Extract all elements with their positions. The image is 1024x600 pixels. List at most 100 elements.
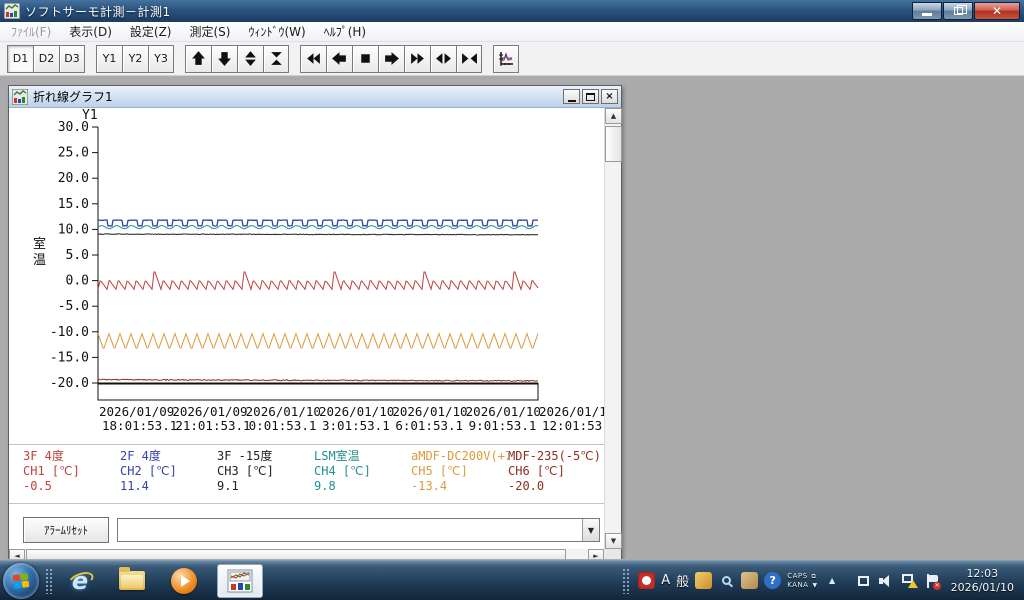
toolbar: D1 D2 D3 Y1 Y2 Y3 [0, 42, 1024, 76]
maximize-icon [586, 93, 595, 101]
volume-tray-icon[interactable] [878, 572, 895, 589]
alarm-combobox-value [118, 519, 582, 541]
palette-tray-icon[interactable] [695, 572, 712, 589]
d1-button[interactable]: D1 [7, 45, 33, 73]
restore-button[interactable] [943, 2, 973, 20]
graph-window-body: Y130.025.020.015.010.05.00.0-5.0-10.0-15… [9, 108, 621, 559]
expand-vertical-button[interactable] [237, 45, 263, 73]
alarm-combobox[interactable]: ▼ [117, 518, 600, 542]
menu-view[interactable]: 表示(D) [60, 21, 121, 42]
arrow-right-icon [383, 50, 400, 67]
legend-ch3: 3F -15度 CH3 [℃] 9.1 [217, 449, 314, 503]
scrollbar-down-button[interactable]: ▼ [605, 533, 622, 549]
compress-horizontal-button[interactable] [456, 45, 482, 73]
ch4-label: CH4 [℃] [314, 464, 411, 479]
taskbar-media-player[interactable] [165, 564, 203, 598]
horizontal-scrollbar[interactable]: ◄ ► [9, 549, 604, 559]
svg-text:2026/01/09: 2026/01/09 [172, 404, 247, 419]
ch2-label: CH2 [℃] [120, 464, 217, 479]
display-tray-icon[interactable] [855, 572, 872, 589]
search-tray-icon[interactable] [718, 572, 735, 589]
triangles-out-vertical-icon [242, 50, 259, 67]
scroll-down-button[interactable] [211, 45, 237, 73]
svg-text:2026/01/10: 2026/01/10 [392, 404, 467, 419]
help-tray-icon[interactable]: ? [764, 572, 781, 589]
d3-button[interactable]: D3 [59, 45, 85, 73]
graph-window-titlebar[interactable]: 折れ線グラフ1 × [9, 86, 621, 108]
svg-text:25.0: 25.0 [58, 146, 89, 161]
menu-file[interactable]: ﾌｧｲﾙ(F) [2, 21, 60, 42]
jump-end-button[interactable] [404, 45, 430, 73]
y1-button[interactable]: Y1 [96, 45, 122, 73]
graph-settings-button[interactable] [493, 45, 519, 73]
show-hidden-icons-button[interactable]: ▲ [824, 572, 841, 589]
mini-chart-icon [497, 50, 515, 68]
legend-ch5: aMDF-DC200V(+7 CH5 [℃] -13.4 [411, 449, 508, 503]
jump-start-button[interactable] [300, 45, 326, 73]
d2-button[interactable]: D2 [33, 45, 59, 73]
svg-text:室: 室 [33, 236, 46, 252]
expand-horizontal-button[interactable] [430, 45, 456, 73]
media-player-icon [171, 568, 197, 594]
step-left-button[interactable] [326, 45, 352, 73]
ch6-value: -20.0 [508, 479, 604, 494]
stop-button[interactable] [352, 45, 378, 73]
taskbar-internet-explorer[interactable]: e [61, 564, 99, 598]
svg-text:0:01:53.1: 0:01:53.1 [249, 418, 317, 433]
svg-text:10.0: 10.0 [58, 222, 89, 237]
ime-mode-han[interactable]: 般 [676, 571, 689, 590]
triangles-in-horizontal-icon [461, 50, 478, 67]
scrollbar-up-button[interactable]: ▲ [605, 108, 622, 124]
svg-text:30.0: 30.0 [58, 120, 89, 135]
menu-window[interactable]: ｳｨﾝﾄﾞｳ(W) [239, 21, 314, 42]
taskbar-clock[interactable]: 12:03 2026/01/10 [951, 567, 1014, 595]
ime-window-icon: ⧉ [812, 572, 817, 581]
ch1-label: CH1 [℃] [23, 464, 120, 479]
y2-button[interactable]: Y2 [122, 45, 148, 73]
menu-measure[interactable]: 測定(S) [180, 21, 239, 42]
scroll-up-button[interactable] [185, 45, 211, 73]
graph-window-icon [12, 89, 28, 105]
app-title: ソフトサーモ計測－計測1 [25, 3, 911, 20]
graph-maximize-button[interactable] [582, 89, 599, 104]
combobox-dropdown-button[interactable]: ▼ [582, 519, 599, 541]
step-right-button[interactable] [378, 45, 404, 73]
menu-help[interactable]: ﾍﾙﾌﾟ(H) [315, 21, 375, 42]
restore-icon [954, 7, 963, 15]
graph-minimize-button[interactable] [563, 89, 580, 104]
y3-button[interactable]: Y3 [148, 45, 174, 73]
graph-window-title: 折れ線グラフ1 [33, 88, 561, 105]
scrollbar-right-button[interactable]: ► [588, 549, 604, 559]
ch5-value: -13.4 [411, 479, 508, 494]
vertical-scrollbar-thumb[interactable] [605, 126, 622, 162]
svg-text:6:01:53.1: 6:01:53.1 [395, 418, 463, 433]
horizontal-scrollbar-thumb[interactable] [26, 549, 566, 559]
alarm-reset-button[interactable]: ｱﾗｰﾑﾘｾｯﾄ [23, 517, 109, 543]
ime-toolbar[interactable]: CAPS⧉ KANA▼ [787, 572, 817, 590]
scrollbar-left-button[interactable]: ◄ [9, 549, 25, 559]
svg-text:2026/01/10: 2026/01/10 [466, 404, 541, 419]
folder-icon [119, 571, 145, 590]
close-icon: ✕ [992, 5, 1002, 17]
desktop: ソフトサーモ計測－計測1 ✕ ﾌｧｲﾙ(F) 表示(D) 設定(Z) 測定(S)… [0, 0, 1024, 600]
network-tray-icon[interactable] [901, 572, 918, 589]
ch6-label: CH6 [℃] [508, 464, 604, 479]
taskbar-file-explorer[interactable] [113, 564, 151, 598]
ime-mode-a[interactable]: A [661, 573, 670, 588]
ch3-name: 3F -15度 [217, 449, 314, 464]
svg-text:21:01:53.1: 21:01:53.1 [175, 418, 250, 433]
vertical-scrollbar[interactable]: ▲ ▼ [604, 108, 621, 549]
action-center-tray-icon[interactable]: ✕ [924, 572, 941, 589]
close-icon: × [605, 91, 613, 102]
close-button[interactable]: ✕ [974, 2, 1020, 20]
taskbar-active-app[interactable] [217, 564, 263, 598]
toolbox-tray-icon[interactable] [741, 572, 758, 589]
menu-settings[interactable]: 設定(Z) [121, 21, 181, 42]
minimize-button[interactable] [912, 2, 942, 20]
graph-close-button[interactable]: × [601, 89, 618, 104]
compress-vertical-button[interactable] [263, 45, 289, 73]
app-titlebar: ソフトサーモ計測－計測1 ✕ [0, 0, 1024, 22]
start-button[interactable] [3, 563, 39, 599]
security-tray-icon[interactable] [638, 572, 655, 589]
caps-indicator: CAPS [787, 572, 807, 581]
